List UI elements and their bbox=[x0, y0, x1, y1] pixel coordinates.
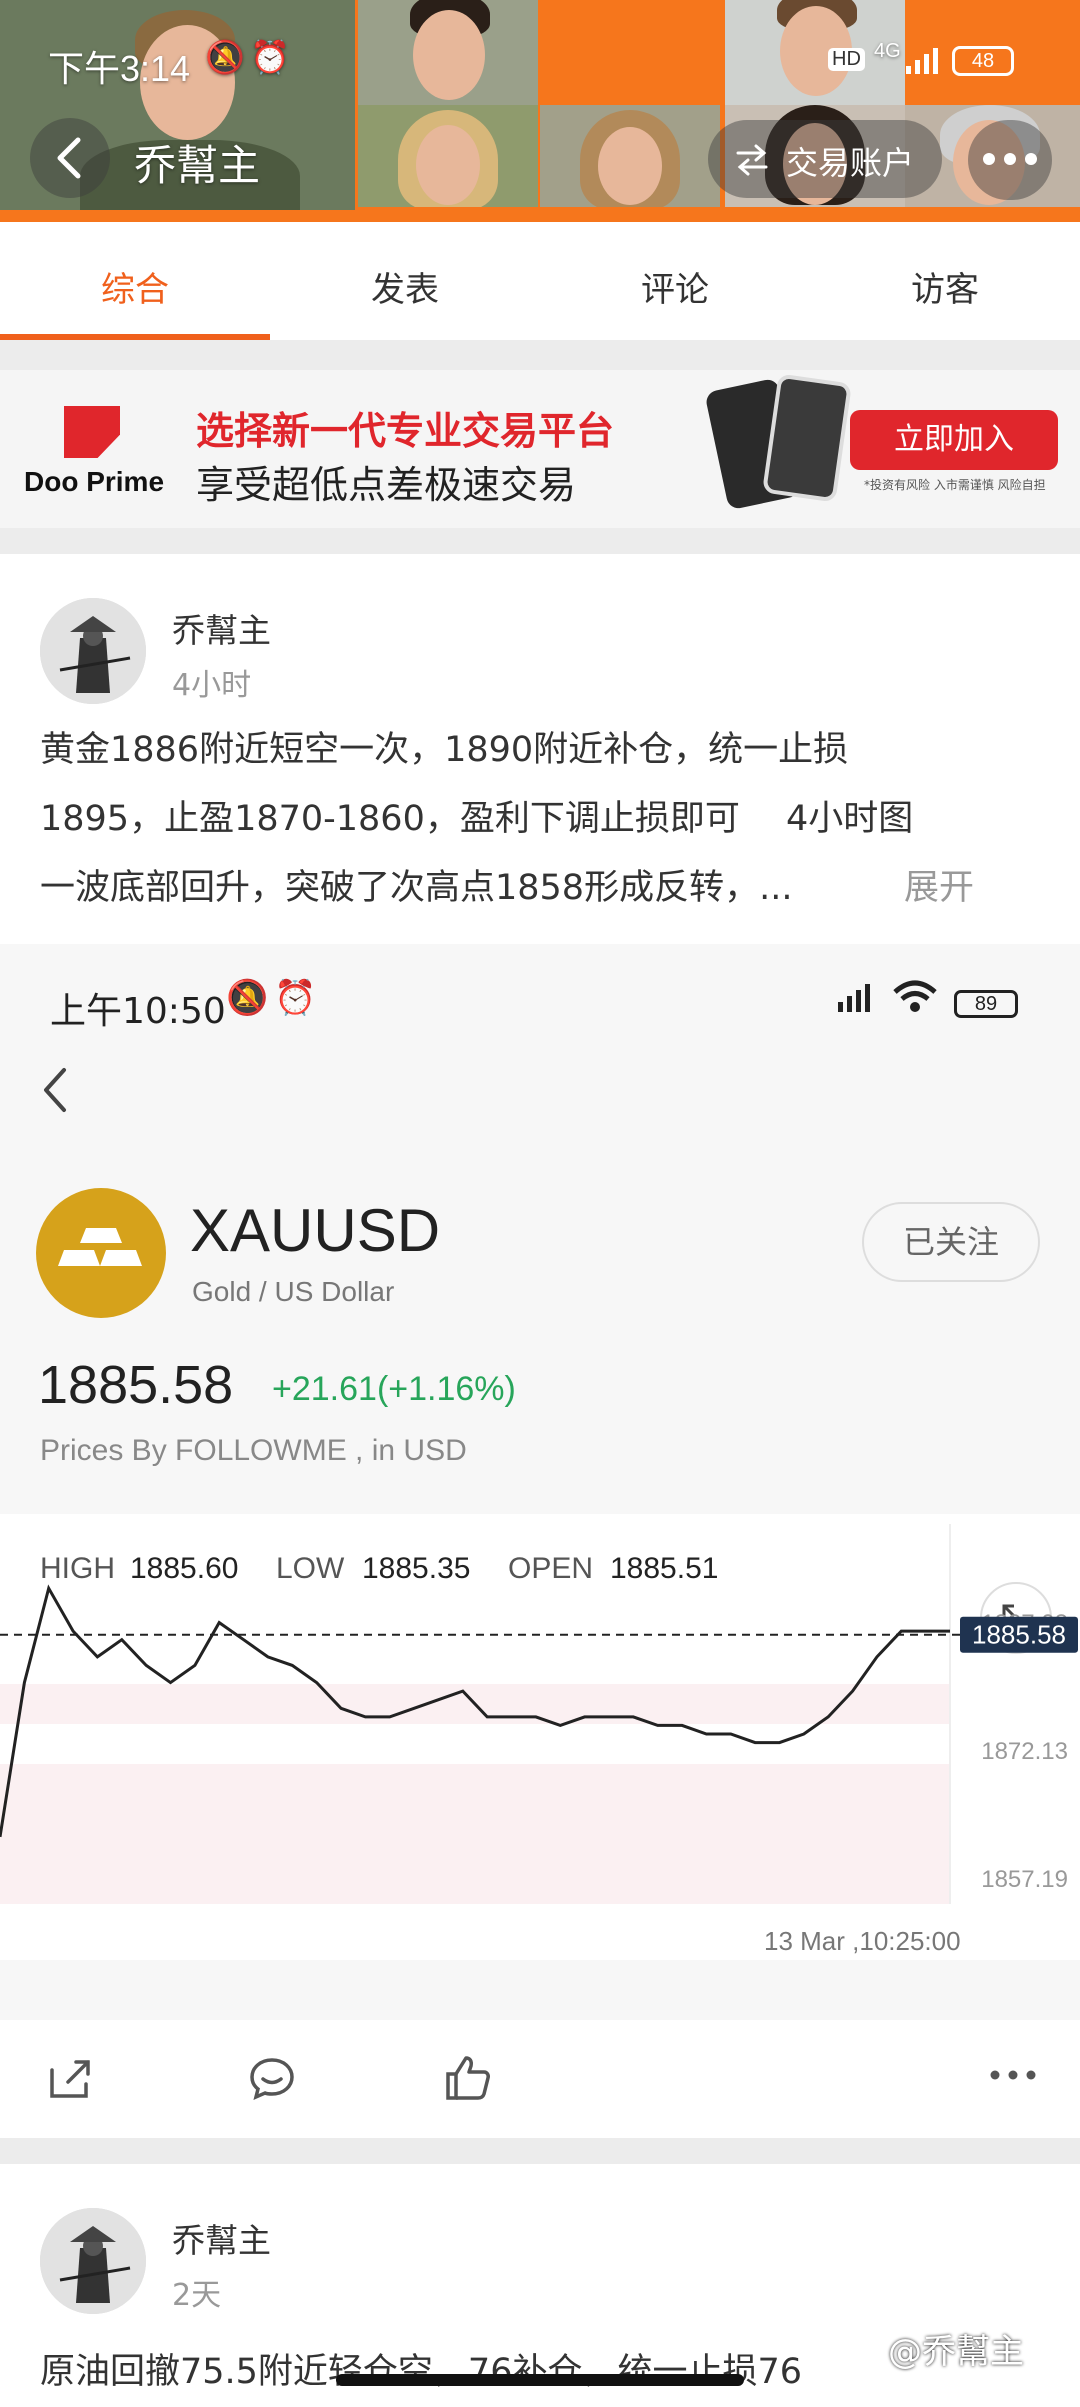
doo-prime-logo bbox=[64, 406, 120, 458]
wifi-icon bbox=[893, 980, 937, 1012]
post-card: 乔幫主 2天 原油回撤75.5附近轻仓空，76补仓，统一止损76 @乔幫主 bbox=[0, 2164, 1080, 2400]
chevron-left-icon bbox=[57, 137, 81, 179]
y-axis-tick-label: 1872.13 bbox=[981, 1738, 1068, 1765]
battery-indicator: 89 bbox=[954, 990, 1018, 1018]
post-action-bar bbox=[0, 2020, 1080, 2138]
price-change: +21.61(+1.16%) bbox=[272, 1370, 516, 1408]
profile-header-banner: 下午3:14 🔕 ⏰ HD 4G 48 乔幫主 交易账户 bbox=[0, 0, 1080, 222]
hd-icon: HD bbox=[828, 48, 865, 71]
chevron-left-icon[interactable] bbox=[40, 1066, 70, 1114]
ad-headline: 选择新一代专业交易平台 bbox=[196, 409, 615, 453]
watermark: @乔幫主 bbox=[888, 2332, 1024, 2372]
tab-overview[interactable]: 综合 bbox=[45, 262, 225, 311]
divider bbox=[0, 340, 1080, 370]
trade-account-button[interactable]: 交易账户 bbox=[708, 120, 942, 198]
current-price: 1885.58 bbox=[38, 1355, 234, 1415]
banner-photo bbox=[540, 105, 720, 207]
post-author[interactable]: 乔幫主 bbox=[172, 2214, 271, 2262]
phone-image bbox=[762, 373, 852, 503]
alarm-icon: ⏰ bbox=[250, 39, 290, 75]
follow-button[interactable]: 已关注 bbox=[862, 1202, 1040, 1282]
thumbs-up-icon[interactable] bbox=[444, 2054, 492, 2102]
network-type: 4G bbox=[874, 40, 901, 62]
embedded-status-time: 上午10:50 bbox=[50, 991, 226, 1032]
trade-account-label: 交易账户 bbox=[786, 144, 915, 182]
banner-photo bbox=[358, 105, 538, 207]
line-chart: 1887.081872.131857.19 1885.58 bbox=[0, 1524, 1078, 1904]
alarm-icon: ⏰ bbox=[274, 978, 317, 1018]
post-author[interactable]: 乔幫主 bbox=[172, 604, 271, 652]
banner-photo bbox=[358, 0, 538, 105]
chart-timestamp: 13 Mar ,10:25:00 bbox=[764, 1926, 961, 1956]
post-text-line: 一波底部回升，突破了次高点1858形成反转，... bbox=[40, 868, 793, 908]
ad-disclaimer: *投资有风险 入市需谨慎 风险自担 bbox=[864, 478, 1046, 492]
symbol-title: XAUUSD bbox=[190, 1197, 441, 1264]
author-avatar[interactable] bbox=[40, 2208, 146, 2314]
more-button[interactable] bbox=[968, 120, 1052, 200]
divider bbox=[0, 2138, 1080, 2164]
more-dots-icon[interactable] bbox=[990, 2068, 1036, 2082]
home-indicator[interactable] bbox=[336, 2374, 744, 2386]
expand-link[interactable]: 展开 bbox=[904, 854, 974, 923]
swap-icon bbox=[736, 144, 768, 176]
comment-icon[interactable] bbox=[248, 2054, 296, 2102]
divider bbox=[0, 528, 1080, 554]
chart-band bbox=[0, 1764, 950, 1904]
ad-banner[interactable]: Doo Prime 选择新一代专业交易平台 享受超低点差极速交易 立即加入 *投… bbox=[0, 370, 1080, 528]
y-axis-tick-label: 1857.19 bbox=[981, 1866, 1068, 1893]
price-tag: 1885.58 bbox=[960, 1616, 1078, 1653]
tab-comments[interactable]: 评论 bbox=[585, 262, 765, 311]
post-image[interactable]: 上午10:50 🔕 ⏰ 89 XAUUSD Gold / US Dollar 已… bbox=[0, 944, 1080, 2020]
dnd-icon: 🔕 bbox=[205, 39, 245, 75]
battery-indicator: 48 bbox=[952, 46, 1014, 76]
status-time: 下午3:14 bbox=[48, 48, 191, 89]
back-button[interactable] bbox=[30, 118, 110, 198]
share-icon[interactable] bbox=[46, 2054, 94, 2102]
price-chart[interactable]: HIGH 1885.60 LOW 1885.35 OPEN 1885.51 18… bbox=[0, 1514, 1080, 1960]
symbol-name: Gold / US Dollar bbox=[192, 1276, 395, 1307]
post-time: 4小时 bbox=[172, 668, 252, 703]
signal-icon bbox=[906, 48, 938, 78]
post-text-line: 1895，止盈1870-1860，盈利下调止损即可 4小时图 bbox=[40, 799, 914, 839]
signal-icon bbox=[838, 984, 870, 1012]
tab-posts[interactable]: 发表 bbox=[315, 262, 495, 311]
price-source: Prices By FOLLOWME , in USD bbox=[40, 1434, 467, 1467]
page-title: 乔幫主 bbox=[134, 142, 261, 189]
ad-cta-button[interactable]: 立即加入 bbox=[850, 410, 1058, 470]
ad-subline: 享受超低点差极速交易 bbox=[196, 463, 577, 507]
post-text-line: 黄金1886附近短空一次，1890附近补仓，统一止损 bbox=[40, 730, 849, 770]
profile-tabs: 综合 发表 评论 访客 bbox=[0, 222, 1080, 340]
post-text-line: 原油回撤75.5附近轻仓空，76补仓，统一止损76 bbox=[40, 2352, 803, 2392]
post-time: 2天 bbox=[172, 2278, 222, 2313]
author-avatar[interactable] bbox=[40, 598, 146, 704]
dnd-icon: 🔕 bbox=[226, 978, 269, 1018]
ad-brand: Doo Prime bbox=[24, 466, 165, 497]
more-dots-icon bbox=[983, 153, 1037, 165]
gold-symbol-icon bbox=[36, 1188, 166, 1318]
price-tag-label: 1885.58 bbox=[972, 1620, 1066, 1650]
tab-visitors[interactable]: 访客 bbox=[855, 262, 1035, 311]
